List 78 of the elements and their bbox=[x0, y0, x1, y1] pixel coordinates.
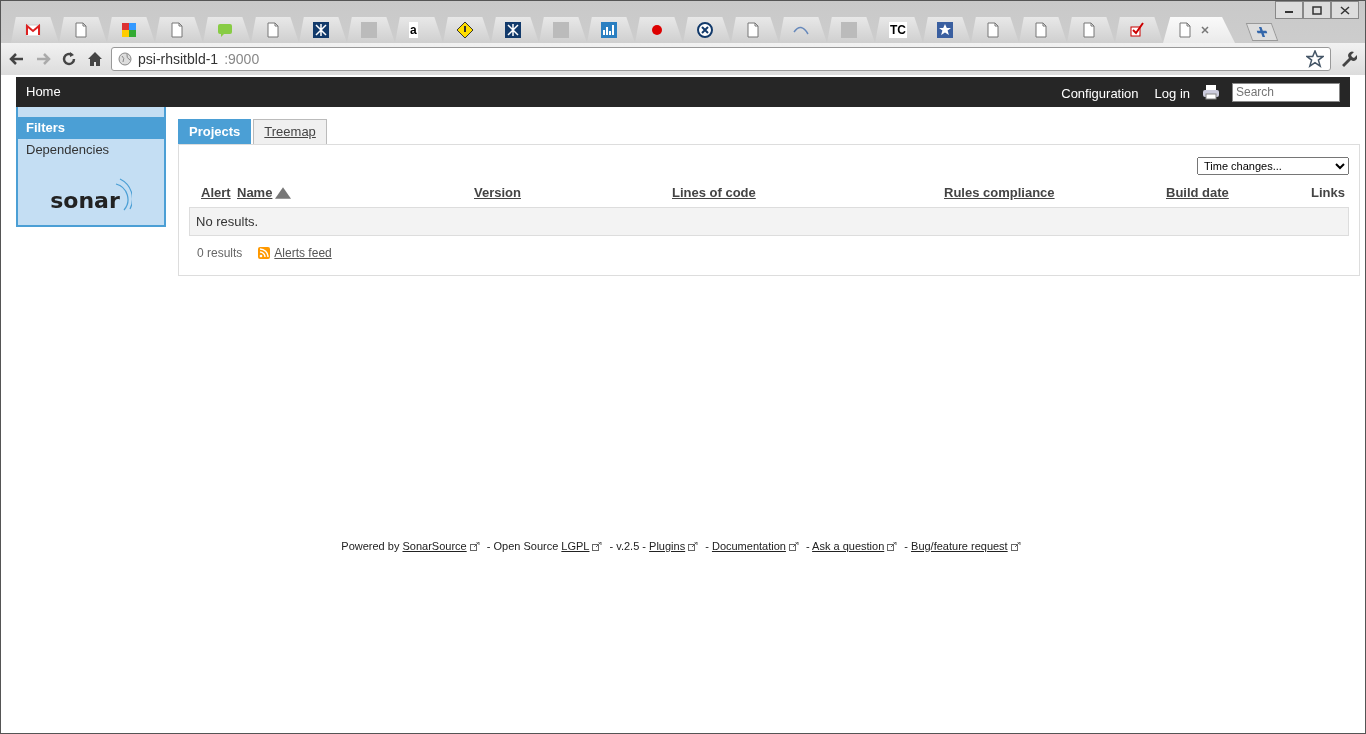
home-link[interactable]: Home bbox=[26, 82, 61, 102]
external-link-icon bbox=[1010, 542, 1021, 552]
back-icon[interactable] bbox=[9, 51, 25, 67]
home-icon[interactable] bbox=[87, 51, 103, 67]
portrait-placeholder-icon bbox=[841, 22, 857, 38]
printer-icon[interactable] bbox=[1202, 84, 1220, 100]
new-tab-button[interactable] bbox=[1245, 23, 1279, 41]
address-field[interactable]: psi-rhsitbld-1 :9000 bbox=[111, 47, 1331, 71]
browser-tab[interactable] bbox=[923, 17, 971, 43]
page-icon bbox=[1177, 22, 1193, 38]
bookmark-star-icon[interactable] bbox=[1306, 50, 1324, 68]
empty-message: No results. bbox=[196, 213, 259, 229]
footer-link[interactable]: Ask a question bbox=[812, 539, 885, 552]
rss-icon bbox=[258, 247, 271, 259]
content-tab[interactable]: Treemap bbox=[253, 119, 327, 144]
column-header[interactable]: Version bbox=[474, 183, 521, 203]
browser-tab[interactable] bbox=[443, 17, 491, 43]
footer-link[interactable]: Plugins bbox=[649, 539, 686, 552]
column-header[interactable]: Alert bbox=[201, 183, 231, 203]
footer-link[interactable]: SonarSource bbox=[402, 539, 467, 552]
close-icon[interactable] bbox=[1339, 4, 1351, 16]
column-header[interactable]: Build date bbox=[1166, 183, 1229, 203]
cross-logo-icon bbox=[313, 22, 329, 38]
external-link-icon bbox=[887, 542, 898, 552]
reload-icon[interactable] bbox=[61, 51, 77, 67]
results-count: 0 results bbox=[197, 245, 243, 262]
checkbox-icon bbox=[1129, 22, 1145, 38]
mail-icon bbox=[25, 22, 41, 38]
page-icon bbox=[985, 22, 1001, 38]
period-select[interactable]: Time changes... bbox=[1196, 156, 1349, 175]
portrait-placeholder-icon bbox=[361, 22, 377, 38]
portrait-placeholder-icon bbox=[553, 22, 569, 38]
footer-text: Powered by SonarSource - Open Source LGPL - v.2.5 - Plugins - Documentation - Ask a question - Bug/feature request bbox=[341, 537, 1025, 554]
column-header: Links bbox=[1311, 184, 1345, 202]
header-link[interactable]: Log in bbox=[1154, 84, 1190, 104]
browser-tab[interactable]: a bbox=[395, 17, 443, 43]
browser-tab[interactable] bbox=[299, 17, 347, 43]
browser-tab[interactable] bbox=[11, 17, 59, 43]
minimize-button[interactable] bbox=[1275, 1, 1303, 19]
page-icon bbox=[1081, 22, 1097, 38]
blob-icon bbox=[649, 22, 665, 38]
cross-logo-icon bbox=[505, 22, 521, 38]
star-icon bbox=[937, 22, 953, 38]
browser-tab[interactable]: TC bbox=[875, 17, 923, 43]
external-link-icon bbox=[592, 542, 603, 552]
search-field[interactable]: Search bbox=[1232, 82, 1340, 102]
page-icon bbox=[265, 22, 281, 38]
close-button[interactable] bbox=[1331, 1, 1359, 19]
logo-text: sonar bbox=[50, 190, 120, 212]
footer-link[interactable]: LGPL bbox=[561, 539, 590, 552]
maximize-icon[interactable] bbox=[1311, 4, 1323, 16]
page-icon bbox=[745, 22, 761, 38]
external-link-icon bbox=[469, 542, 480, 552]
blocks-logo-icon bbox=[121, 22, 137, 38]
column-header[interactable]: Lines of code bbox=[672, 183, 756, 203]
header-link[interactable]: Configuration bbox=[1061, 84, 1139, 104]
favicon-letter: TC bbox=[889, 22, 907, 38]
column-header[interactable]: Name bbox=[237, 183, 273, 203]
globe-icon bbox=[118, 52, 132, 66]
browser-tab[interactable] bbox=[491, 17, 539, 43]
favicon-letter: a bbox=[409, 22, 418, 38]
chart-icon bbox=[601, 22, 617, 38]
external-link-icon bbox=[788, 542, 799, 552]
page-icon bbox=[169, 22, 185, 38]
page-icon bbox=[73, 22, 89, 38]
page-icon bbox=[1033, 22, 1049, 38]
sidebar-item[interactable]: Dependencies bbox=[18, 138, 164, 160]
plus-icon bbox=[1255, 27, 1269, 37]
browser-tab[interactable] bbox=[683, 17, 731, 43]
external-link-icon bbox=[688, 542, 699, 552]
alerts-feed-link[interactable]: Alerts feed bbox=[274, 244, 332, 262]
maximize-button[interactable] bbox=[1303, 1, 1331, 19]
warning-sign-icon bbox=[457, 22, 473, 38]
column-header[interactable]: Rules compliance bbox=[944, 183, 1055, 203]
speech-bubble-icon bbox=[217, 22, 233, 38]
footer-link[interactable]: Bug/feature request bbox=[911, 539, 1008, 552]
footer-link[interactable]: Documentation bbox=[711, 539, 786, 552]
close-icon[interactable] bbox=[1201, 26, 1209, 34]
